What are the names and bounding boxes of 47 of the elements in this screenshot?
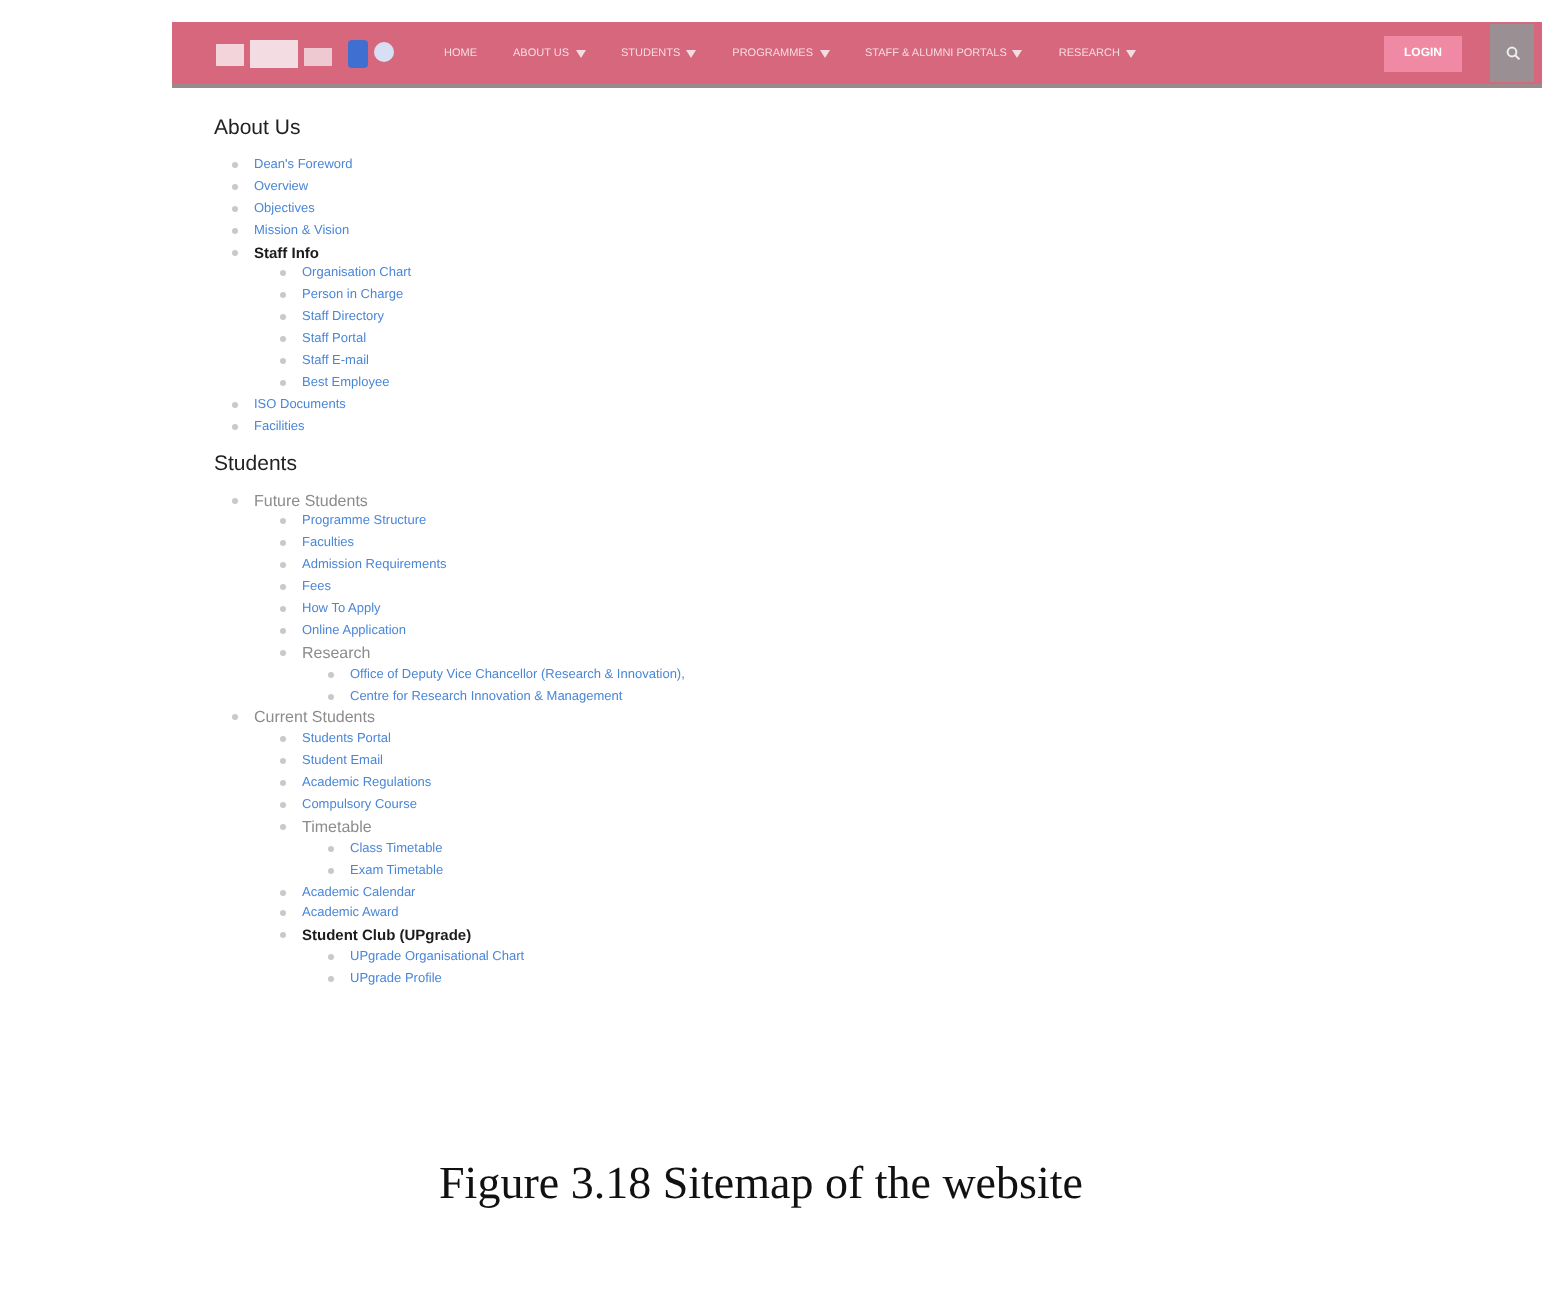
bullet-icon: [280, 758, 286, 765]
bullet-icon: [232, 401, 238, 408]
bullet-icon: [280, 649, 286, 656]
bullet-icon: [328, 867, 334, 874]
figure-caption: Figure 3.18 Sitemap of the website: [437, 1158, 1085, 1210]
bullet-icon: [280, 801, 286, 808]
sitemap-item: Future Students: [254, 491, 368, 510]
logo-icon[interactable]: [216, 37, 332, 69]
emblem-icon: [348, 37, 400, 69]
sitemap-item: Current Students: [254, 708, 375, 727]
bullet-icon: [280, 736, 286, 743]
bullet-icon: [280, 910, 286, 917]
bullet-icon: [232, 205, 238, 212]
bullet-icon: [232, 249, 238, 255]
bullet-icon: [328, 976, 334, 983]
bullet-icon: [280, 379, 286, 386]
bullet-icon: [280, 336, 286, 343]
bullet-icon: [328, 845, 334, 852]
bullet-icon: [280, 562, 286, 569]
bullet-icon: [280, 605, 286, 612]
bullet-icon: [232, 423, 238, 430]
bullet-icon: [328, 693, 334, 700]
bullet-icon: [280, 627, 286, 634]
bullet-icon: [280, 584, 286, 591]
search-button[interactable]: [1490, 24, 1534, 82]
bullet-icon: [280, 518, 286, 525]
bullet-icon: [280, 540, 286, 547]
section-heading: Students: [214, 449, 299, 478]
bullet-icon: [280, 823, 286, 830]
bullet-icon: [328, 671, 334, 678]
sitemap-item: Timetable: [302, 817, 372, 836]
bullet-icon: [232, 161, 238, 168]
bullet-icon: [280, 780, 286, 787]
search-icon: [1505, 46, 1519, 60]
bullet-icon: [232, 497, 238, 504]
bullet-icon: [280, 292, 286, 299]
section-heading: About Us: [214, 114, 303, 142]
bullet-icon: [232, 714, 238, 721]
bullet-icon: [280, 932, 286, 939]
bullet-icon: [328, 954, 334, 961]
bullet-icon: [280, 889, 286, 896]
bullet-icon: [232, 183, 238, 190]
bullet-icon: [280, 270, 286, 277]
bullet-icon: [232, 227, 238, 234]
bullet-icon: [280, 357, 286, 364]
sitemap-item: Research: [302, 643, 371, 662]
bullet-icon: [280, 314, 286, 321]
